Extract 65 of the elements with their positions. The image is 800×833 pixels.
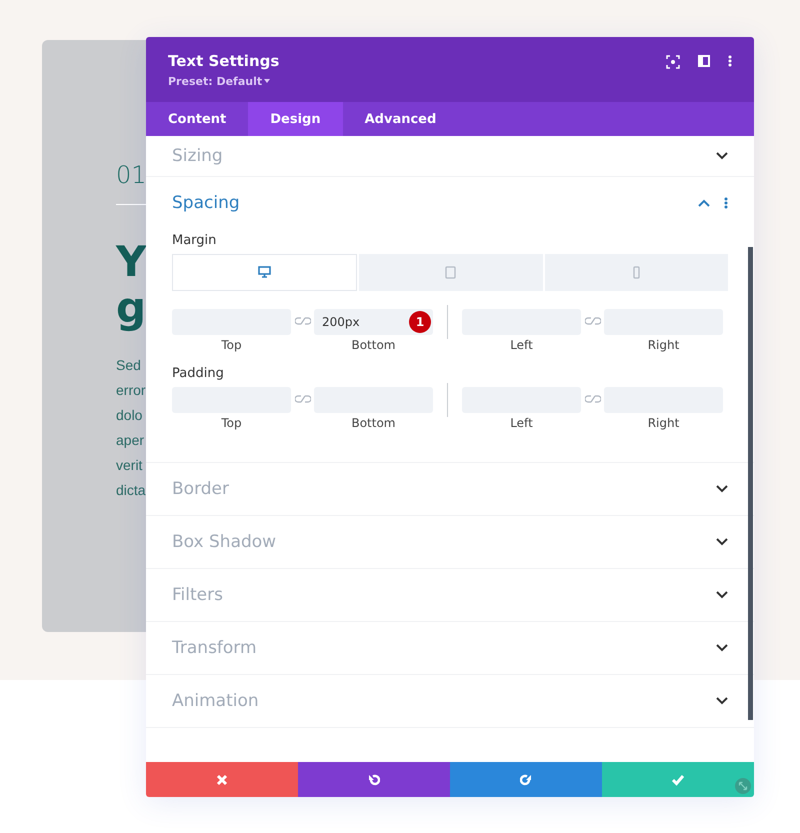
field-label: Bottom [351,338,396,352]
cancel-button[interactable] [146,762,298,797]
number-badge: 1 [409,311,431,333]
chevron-up-icon[interactable] [698,199,710,207]
heading-text: g [116,285,146,331]
scrollbar[interactable] [748,247,753,720]
section-title[interactable]: Border [172,479,229,499]
tab[interactable]: Design [248,102,343,136]
more-options-icon[interactable] [728,55,732,67]
heading-text: Y [116,239,146,285]
paragraph-line: dolo [116,406,142,425]
redo-button[interactable] [450,762,602,797]
split-view-icon[interactable] [698,55,710,67]
resize-handle-icon[interactable] [735,778,751,794]
undo-icon [368,774,380,786]
link-icon[interactable] [294,316,310,326]
link-icon[interactable] [584,316,600,326]
field-label: Left [510,338,533,352]
desktop-icon [258,266,272,279]
chevron-down-icon[interactable] [716,485,728,493]
section-title[interactable]: Filters [172,585,223,605]
paragraph-line: Sed [116,356,141,375]
link-icon[interactable] [294,394,310,404]
more-options-icon[interactable] [724,197,728,209]
chevron-down-icon[interactable] [716,697,728,705]
preset-dropdown[interactable]: Preset: Default [168,75,272,88]
paragraph-line: error [116,381,146,400]
tab[interactable]: Advanced [342,102,458,136]
undo-button[interactable] [298,762,450,797]
field-label: Right [648,416,680,430]
redo-icon [520,774,532,786]
link-icon[interactable] [584,394,600,404]
input-field[interactable]: 200px 1 [314,309,433,335]
chevron-down-icon[interactable] [716,152,728,160]
field-label: Bottom [351,416,396,430]
section-title[interactable]: Sizing [172,146,223,166]
chevron-down-icon[interactable] [716,591,728,599]
paragraph-line: aper [116,431,144,450]
device-tab[interactable] [172,254,358,291]
chevron-down-icon[interactable] [716,644,728,652]
field-value: 200px [322,315,360,329]
section-title[interactable]: Box Shadow [172,532,276,552]
save-icon [672,774,684,786]
cancel-icon [216,774,228,786]
paragraph-line: dicta [116,481,146,500]
section-title[interactable]: Animation [172,691,259,711]
device-tab[interactable] [544,254,728,291]
field-label: Right [648,338,680,352]
section-title[interactable]: Spacing [172,193,240,213]
group-label: Padding [172,366,225,381]
chevron-down-icon[interactable] [716,538,728,546]
paragraph-line: verit [116,456,142,475]
section-title[interactable]: Transform [172,638,257,658]
caret-icon [262,77,272,85]
group-label: Margin [172,233,218,248]
tab[interactable]: Content [146,102,248,136]
device-tab[interactable] [359,254,543,291]
step-number: 01 [116,160,148,190]
field-label: Left [510,416,533,430]
window-title: Text Settings [168,52,280,70]
tablet-icon [444,266,458,279]
field-label: Top [221,338,242,352]
field-label: Top [221,416,242,430]
focus-icon[interactable] [666,55,680,69]
save-button[interactable] [602,762,754,797]
